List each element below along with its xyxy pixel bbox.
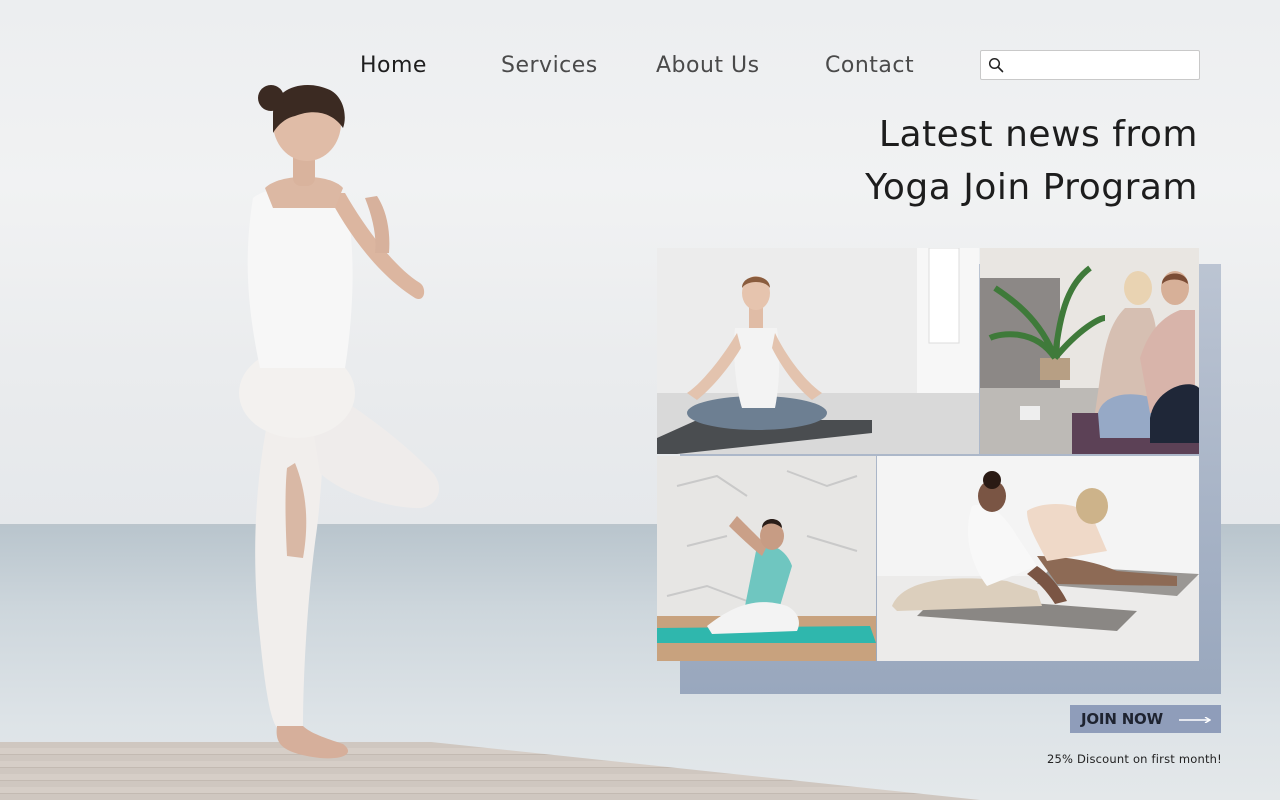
nav-contact-link[interactable]: Contact xyxy=(825,48,914,84)
join-now-label: JOIN NOW xyxy=(1081,710,1163,728)
discount-text: 25% Discount on first month! xyxy=(1046,752,1222,766)
search-icon xyxy=(988,57,1004,73)
search-input[interactable] xyxy=(1009,53,1197,77)
nav-home-link[interactable]: Home xyxy=(360,48,427,84)
yoga-woman-tree-pose-image xyxy=(239,84,440,759)
page-headline: Latest news from Yoga Join Program xyxy=(678,108,1198,214)
gallery-photo-prayer-pose[interactable] xyxy=(980,248,1199,454)
headline-line-1: Latest news from xyxy=(878,114,1198,155)
headline-line-2: Yoga Join Program xyxy=(865,167,1198,208)
nav-services-link[interactable]: Services xyxy=(501,48,598,84)
search-box[interactable] xyxy=(980,50,1200,80)
gallery-photo-forward-bend[interactable] xyxy=(877,456,1199,661)
join-now-button[interactable]: JOIN NOW xyxy=(1070,705,1221,733)
main-nav: Home Services About Us Contact xyxy=(0,48,1280,84)
gallery-photo-meditation[interactable] xyxy=(657,248,979,454)
nav-about-link[interactable]: About Us xyxy=(656,48,760,84)
gallery-photo-lunge-twist[interactable] xyxy=(657,456,876,661)
arrow-right-icon xyxy=(1179,717,1211,723)
